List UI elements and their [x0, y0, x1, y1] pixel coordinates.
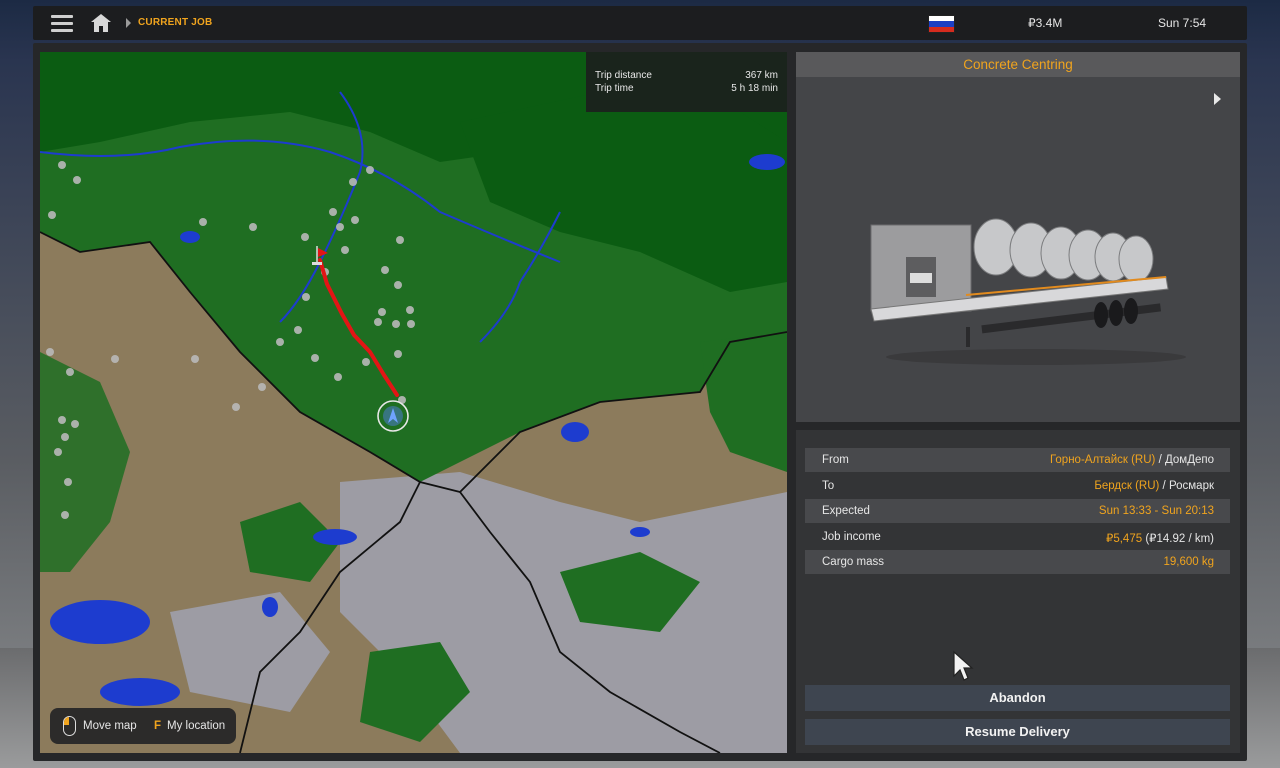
location-key: F: [154, 720, 162, 732]
truck-position-icon[interactable]: [376, 399, 410, 433]
mouse-icon: [63, 716, 76, 736]
to-value: Бердск (RU) / Росмарк: [1094, 480, 1214, 492]
destination-flag-icon: [312, 246, 328, 265]
income-row: Job income ₽5,475 (₽14.92 / km): [805, 525, 1230, 549]
mass-row: Cargo mass 19,600 kg: [805, 550, 1230, 574]
to-label: To: [822, 480, 835, 492]
breadcrumb-chevron-icon: [126, 18, 131, 28]
expected-value: Sun 13:33 - Sun 20:13: [1098, 505, 1214, 517]
income-label: Job income: [822, 531, 881, 543]
abandon-button[interactable]: Abandon: [805, 685, 1230, 711]
home-icon[interactable]: [90, 13, 112, 33]
route-map[interactable]: [40, 52, 787, 753]
expected-label: Expected: [822, 505, 870, 517]
cargo-title: Concrete Centring: [796, 52, 1240, 77]
expected-row: Expected Sun 13:33 - Sun 20:13: [805, 499, 1230, 523]
map-terrain: [40, 52, 787, 753]
trailer-image: [870, 218, 1186, 365]
to-company: Росмарк: [1168, 480, 1214, 492]
trip-time-value: 5 h 18 min: [731, 83, 778, 94]
from-row: From Горно-Алтайск (RU) / ДомДепо: [805, 448, 1230, 472]
from-label: From: [822, 454, 849, 466]
cargo-preview-panel: Concrete Centring: [796, 52, 1240, 422]
income-value: ₽5,475 (₽14.92 / km): [1106, 531, 1214, 545]
mouse-cursor-icon: [953, 650, 974, 681]
to-row: To Бердск (RU) / Росмарк: [805, 474, 1230, 498]
from-city: Горно-Алтайск (RU): [1049, 454, 1156, 466]
job-details-panel: From Горно-Алтайск (RU) / ДомДепо To Бер…: [796, 430, 1240, 753]
income-amount: ₽5,475: [1106, 533, 1143, 545]
russia-flag-icon: [928, 15, 955, 33]
hamburger-menu-icon[interactable]: [51, 15, 73, 32]
trip-distance-label: Trip distance: [595, 70, 652, 81]
to-separator: /: [1159, 480, 1169, 492]
mass-label: Cargo mass: [822, 556, 884, 568]
top-bar: CURRENT JOB ₽3.4M Sun 7:54: [33, 6, 1247, 40]
from-separator: /: [1155, 454, 1165, 466]
move-map-hint: Move map: [83, 720, 137, 732]
breadcrumb-current-job[interactable]: CURRENT JOB: [138, 17, 212, 28]
from-value: Горно-Алтайск (RU) / ДомДепо: [1050, 454, 1214, 466]
trip-distance-value: 367 km: [745, 70, 778, 81]
income-rate: (₽14.92 / km): [1142, 533, 1214, 545]
from-company: ДомДепо: [1164, 454, 1214, 466]
to-city: Бердск (RU): [1094, 480, 1160, 492]
mass-value: 19,600 kg: [1163, 556, 1214, 568]
my-location-hint[interactable]: My location: [167, 720, 225, 732]
next-arrow-icon[interactable]: [1214, 93, 1221, 105]
game-clock: Sun 7:54: [1158, 16, 1207, 30]
trip-time-label: Trip time: [595, 83, 634, 94]
trip-info-panel: Trip distance 367 km Trip time 5 h 18 mi…: [586, 52, 787, 112]
map-controls-hint: Move map F My location: [50, 708, 236, 744]
money-balance: ₽3.4M: [1028, 16, 1063, 30]
resume-delivery-button[interactable]: Resume Delivery: [805, 719, 1230, 745]
